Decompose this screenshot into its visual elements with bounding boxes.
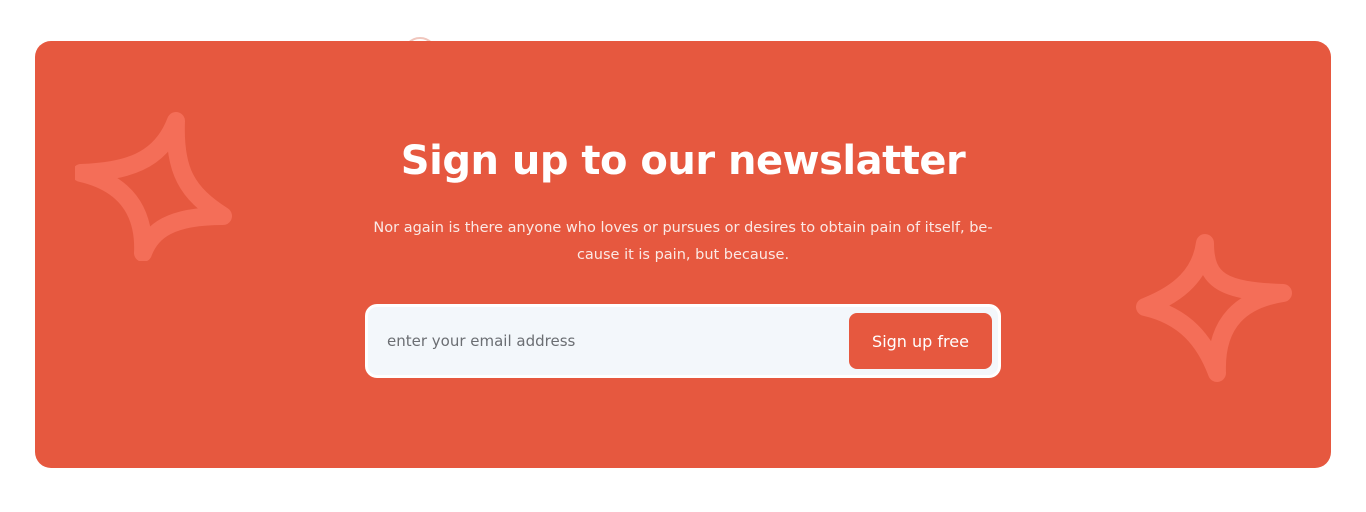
sparkle-icon [1136,234,1292,382]
newsletter-description: Nor again is there anyone who loves or p… [373,220,993,263]
newsletter-form: Sign up free [365,304,1001,378]
page: Sign up to our newslatter Nor again is t… [0,0,1366,512]
newsletter-banner: Sign up to our newslatter Nor again is t… [35,41,1331,468]
email-input[interactable] [387,307,827,375]
newsletter-title: Sign up to our newslatter [400,138,966,184]
sign-up-button[interactable]: Sign up free [849,313,992,369]
